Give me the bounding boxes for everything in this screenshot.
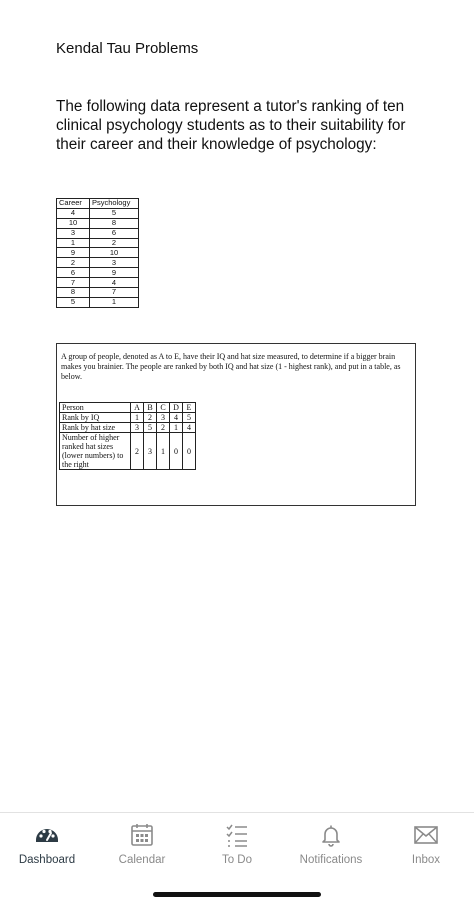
- table-row: 87: [56, 287, 139, 298]
- tab-calendar[interactable]: Calendar: [97, 821, 187, 866]
- assignment-page: Kendal Tau Problems The following data r…: [0, 0, 474, 908]
- page-title: Kendal Tau Problems: [56, 40, 199, 57]
- value-cell: 0: [182, 432, 196, 470]
- person-a-header: A: [130, 402, 144, 413]
- table-row: Rank by IQ 1 2 3 4 5: [59, 412, 196, 423]
- career-cell: 10: [56, 217, 90, 229]
- table-row: 36: [56, 227, 139, 239]
- value-cell: 1: [130, 412, 144, 423]
- psychology-cell: 1: [89, 296, 139, 308]
- person-b-header: B: [143, 402, 157, 413]
- intro-text: The following data represent a tutor's r…: [56, 98, 406, 153]
- table-row: 23: [56, 257, 139, 269]
- career-cell: 1: [56, 237, 90, 249]
- problem-box: A group of people, denoted as A to E, ha…: [56, 343, 416, 506]
- psychology-cell: 10: [89, 247, 139, 259]
- value-cell: 1: [169, 422, 183, 433]
- todo-icon: [226, 824, 247, 847]
- dashboard-icon: [36, 829, 58, 842]
- row-label-iq: Rank by IQ: [59, 412, 131, 423]
- person-e-header: E: [182, 402, 196, 413]
- table-row: 10 8: [56, 217, 139, 229]
- value-cell: 5: [182, 412, 196, 423]
- value-cell: 3: [130, 422, 144, 433]
- tab-notifications[interactable]: Notifications: [286, 821, 376, 866]
- table-row: Rank by hat size 3 5 2 1 4: [59, 422, 196, 433]
- column-header-career: Career: [56, 198, 90, 209]
- career-cell: 7: [56, 277, 90, 289]
- value-cell: 3: [143, 432, 157, 470]
- career-cell: 3: [56, 227, 90, 239]
- psychology-cell: 5: [89, 207, 139, 219]
- table-row: 69: [56, 267, 139, 279]
- psychology-cell: 6: [89, 227, 139, 239]
- row-label-hat-size: Rank by hat size: [59, 422, 131, 433]
- table-row: Number of higher ranked hat sizes (lower…: [59, 432, 196, 470]
- table-row: Person A B C D E: [59, 402, 196, 413]
- value-cell: 4: [169, 412, 183, 423]
- tab-todo[interactable]: To Do: [192, 821, 282, 866]
- bell-icon: [322, 825, 340, 847]
- value-cell: 3: [156, 412, 170, 423]
- tab-label: Dashboard: [18, 854, 76, 866]
- problem-text: A group of people, denoted as A to E, ha…: [61, 352, 401, 381]
- psychology-cell: 4: [89, 277, 139, 289]
- table-row: 51: [56, 296, 139, 308]
- value-cell: 2: [156, 422, 170, 433]
- career-cell: 9: [56, 247, 90, 259]
- psychology-cell: 3: [89, 257, 139, 269]
- column-header-psychology: Psychology: [89, 198, 139, 209]
- psychology-cell: 7: [89, 287, 139, 298]
- psychology-cell: 2: [89, 237, 139, 249]
- value-cell: 4: [182, 422, 196, 433]
- career-cell: 5: [56, 296, 90, 308]
- ranking-table: Career Psychology 45 10 8 36 12 9 10 23 69…: [56, 198, 139, 308]
- value-cell: 1: [156, 432, 170, 470]
- ranking-table-header: Career Psychology: [56, 198, 139, 209]
- career-cell: 8: [56, 287, 90, 298]
- person-rank-table: Person A B C D E Rank by IQ 1 2 3 4 5 Ra…: [59, 402, 196, 470]
- tab-label: Inbox: [411, 854, 441, 866]
- tab-label: Calendar: [118, 854, 166, 866]
- table-row: 12: [56, 237, 139, 249]
- tab-label: Notifications: [299, 854, 363, 866]
- value-cell: 0: [169, 432, 183, 470]
- tab-dashboard[interactable]: Dashboard: [2, 821, 92, 866]
- calendar-icon: [131, 824, 153, 846]
- value-cell: 5: [143, 422, 157, 433]
- mail-icon: [414, 826, 438, 844]
- person-d-header: D: [169, 402, 183, 413]
- career-cell: 4: [56, 207, 90, 219]
- career-cell: 2: [56, 257, 90, 269]
- home-indicator: [153, 892, 321, 897]
- value-cell: 2: [143, 412, 157, 423]
- table-row: 45: [56, 207, 139, 219]
- person-c-header: C: [156, 402, 170, 413]
- psychology-cell: 9: [89, 267, 139, 279]
- career-cell: 6: [56, 267, 90, 279]
- tab-inbox[interactable]: Inbox: [381, 821, 471, 866]
- row-header-person: Person: [59, 402, 131, 413]
- psychology-cell: 8: [89, 217, 139, 229]
- row-label-higher-ranked: Number of higher ranked hat sizes (lower…: [59, 432, 131, 470]
- table-row: 9 10: [56, 247, 139, 259]
- tab-label: To Do: [221, 854, 253, 866]
- table-row: 74: [56, 277, 139, 289]
- value-cell: 2: [130, 432, 144, 470]
